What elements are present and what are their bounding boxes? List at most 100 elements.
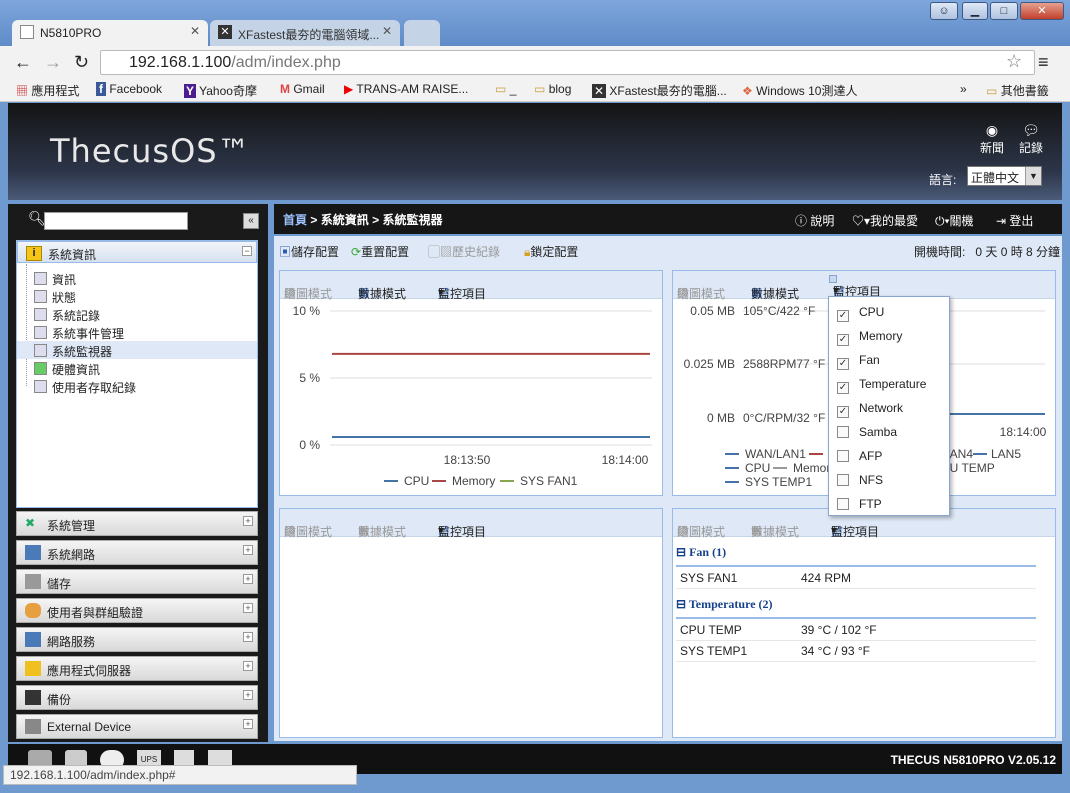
expand-icon[interactable]: + (243, 632, 253, 642)
reset-config-button[interactable]: ⟳重置配置 (351, 243, 409, 260)
monitor-items-button-active[interactable]: ▤ 監控項目 ▾ (829, 275, 881, 299)
bookmark-facebook[interactable]: f Facebook (96, 82, 162, 96)
language-select[interactable]: 正體中文 ▼ (967, 166, 1042, 186)
sidebar-item-syslog[interactable]: 系統記錄 (34, 307, 100, 324)
collapse-icon[interactable]: − (242, 246, 252, 256)
checkbox[interactable] (837, 498, 849, 510)
tab-n5810pro[interactable]: N5810PRO ✕ (12, 20, 208, 46)
sidebar-item-event[interactable]: 系統事件管理 (34, 325, 124, 342)
collapse-sidebar-button[interactable]: « (243, 213, 259, 229)
back-icon[interactable]: ← (14, 52, 32, 73)
shutdown-link[interactable]: ⏻▾關機 (935, 212, 974, 229)
expand-icon[interactable]: + (243, 603, 253, 613)
section-external-device[interactable]: External Device + (16, 714, 258, 739)
bookmark-folder[interactable]: ▭ _ (495, 82, 516, 96)
legend-lan5[interactable]: LAN5 (991, 447, 1021, 461)
checkbox[interactable] (837, 426, 849, 438)
log-button[interactable]: 💬︎ 記錄 (1019, 122, 1043, 156)
breadcrumb-home[interactable]: 首頁 (283, 213, 307, 227)
checkbox[interactable]: ✓ (837, 310, 849, 322)
menu-item-ftp[interactable]: FTP (837, 497, 882, 511)
bookmarks-overflow[interactable]: » (960, 82, 967, 96)
legend-sys-fan1[interactable]: SYS FAN1 (520, 474, 578, 488)
y-tick-overlap-label: 2588RPM77 °F (743, 357, 825, 371)
legend-sys-temp1[interactable]: SYS TEMP1 (745, 475, 812, 489)
sidebar-item-info[interactable]: 資訊 (34, 271, 76, 288)
expand-icon[interactable]: + (243, 661, 253, 671)
expand-icon[interactable]: + (243, 545, 253, 555)
menu-item-cpu[interactable]: ✓ CPU (837, 305, 884, 322)
menu-item-fan[interactable]: ✓ Fan (837, 353, 880, 370)
address-bar[interactable]: 192.168.1.100/adm/index.php (100, 50, 1035, 75)
section-system-network[interactable]: 系統網路 + (16, 540, 258, 565)
reload-icon[interactable]: ↻ (74, 52, 89, 73)
logout-link[interactable]: ⇥ 登出 (996, 212, 1033, 229)
temperature-group-header[interactable]: ⊟ Temperature (2) (676, 597, 1036, 619)
sidebar-item-status[interactable]: 狀態 (34, 289, 76, 306)
expand-icon[interactable]: + (243, 574, 253, 584)
menu-item-network[interactable]: ✓ Network (837, 401, 903, 418)
legend-memory[interactable]: Memory (452, 474, 495, 488)
checkbox[interactable]: ✓ (837, 406, 849, 418)
close-window-button[interactable]: ✕ (1020, 2, 1064, 20)
checkbox[interactable] (837, 450, 849, 462)
sidebar-item-access-log[interactable]: 使用者存取紀錄 (34, 379, 136, 396)
save-config-button[interactable]: ▣儲存配置 (279, 243, 339, 260)
menu-icon[interactable]: ≡ (1038, 52, 1049, 73)
event-icon (34, 326, 47, 339)
star-icon[interactable]: ☆ (1006, 51, 1022, 72)
menu-item-samba[interactable]: Samba (837, 425, 897, 439)
checkbox[interactable]: ✓ (837, 382, 849, 394)
bookmark-windows10[interactable]: ❖ Windows 10測達人 (742, 82, 857, 99)
firmware-version: THECUS N5810PRO V2.05.12 (890, 753, 1056, 767)
checkbox[interactable]: ✓ (837, 358, 849, 370)
legend-cpu[interactable]: CPU (745, 461, 770, 475)
minimize-button[interactable]: ▁ (962, 2, 988, 20)
fan-group-header[interactable]: ⊟ Fan (1) (676, 545, 1036, 567)
lock-config-button[interactable]: 🔒︎鎖定配置 (524, 243, 578, 260)
bookmark-transam[interactable]: ▶ TRANS-AM RAISE... (344, 82, 468, 96)
menu-item-memory[interactable]: ✓ Memory (837, 329, 902, 346)
expand-icon[interactable]: + (243, 516, 253, 526)
news-button[interactable]: ◉ 新聞 (980, 122, 1004, 156)
menu-item-afp[interactable]: AFP (837, 449, 882, 463)
legend-cpu[interactable]: CPU (404, 474, 429, 488)
sysinfo-header[interactable]: i 系統資訊 − (17, 241, 257, 263)
bookmark-other[interactable]: ▭ 其他書籤 (986, 82, 1049, 99)
bookmark-yahoo[interactable]: Y Yahoo奇摩 (184, 82, 257, 99)
checkbox[interactable] (837, 474, 849, 486)
search-input[interactable] (44, 212, 188, 230)
section-system-management[interactable]: ✖ 系統管理 + (16, 511, 258, 536)
checkbox[interactable]: ✓ (837, 334, 849, 346)
maximize-button[interactable]: □ (990, 2, 1018, 20)
expand-icon[interactable]: + (243, 719, 253, 729)
section-users-groups[interactable]: 使用者與群組驗證 + (16, 598, 258, 623)
sidebar-item-hardware[interactable]: 硬體資訊 (34, 361, 100, 378)
favorites-link[interactable]: ♡▾我的最愛 (852, 212, 918, 229)
section-network-services[interactable]: 網路服務 + (16, 627, 258, 652)
section-storage[interactable]: 儲存 + (16, 569, 258, 594)
bookmark-apps[interactable]: ▦ 應用程式 (16, 82, 79, 99)
forward-icon[interactable]: → (44, 52, 62, 73)
tab-xfastest[interactable]: ✕ XFastest最夯的電腦領域... ✕ (210, 20, 400, 46)
section-backup[interactable]: 備份 + (16, 685, 258, 710)
expand-icon[interactable]: + (243, 690, 253, 700)
help-icon: ⓘ (795, 214, 808, 228)
menu-item-temperature[interactable]: ✓ Temperature (837, 377, 926, 394)
close-icon[interactable]: ✕ (190, 24, 200, 38)
bookmark-xfastest[interactable]: ✕ XFastest最夯的電腦... (592, 82, 727, 99)
section-app-server[interactable]: 應用程式伺服器 + (16, 656, 258, 681)
bookmark-gmail[interactable]: M Gmail (280, 82, 325, 96)
menu-item-nfs[interactable]: NFS (837, 473, 883, 487)
y-tick-label: 0.025 MB (684, 357, 735, 371)
close-icon[interactable]: ✕ (382, 24, 392, 38)
help-link[interactable]: ⓘ 說明 (795, 212, 834, 229)
user-icon[interactable]: ☺ (930, 2, 958, 20)
legend-wan-lan1[interactable]: WAN/LAN1 (745, 447, 806, 461)
new-tab-button[interactable] (404, 20, 440, 46)
bookmark-blog[interactable]: ▭ blog (534, 82, 571, 96)
history-button[interactable]: ▢▨歷史紀錄 (428, 243, 500, 260)
external-device-icon (25, 719, 41, 734)
folder-icon: ▭ (986, 84, 998, 98)
sidebar-item-monitor[interactable]: 系統監視器 (34, 343, 112, 360)
